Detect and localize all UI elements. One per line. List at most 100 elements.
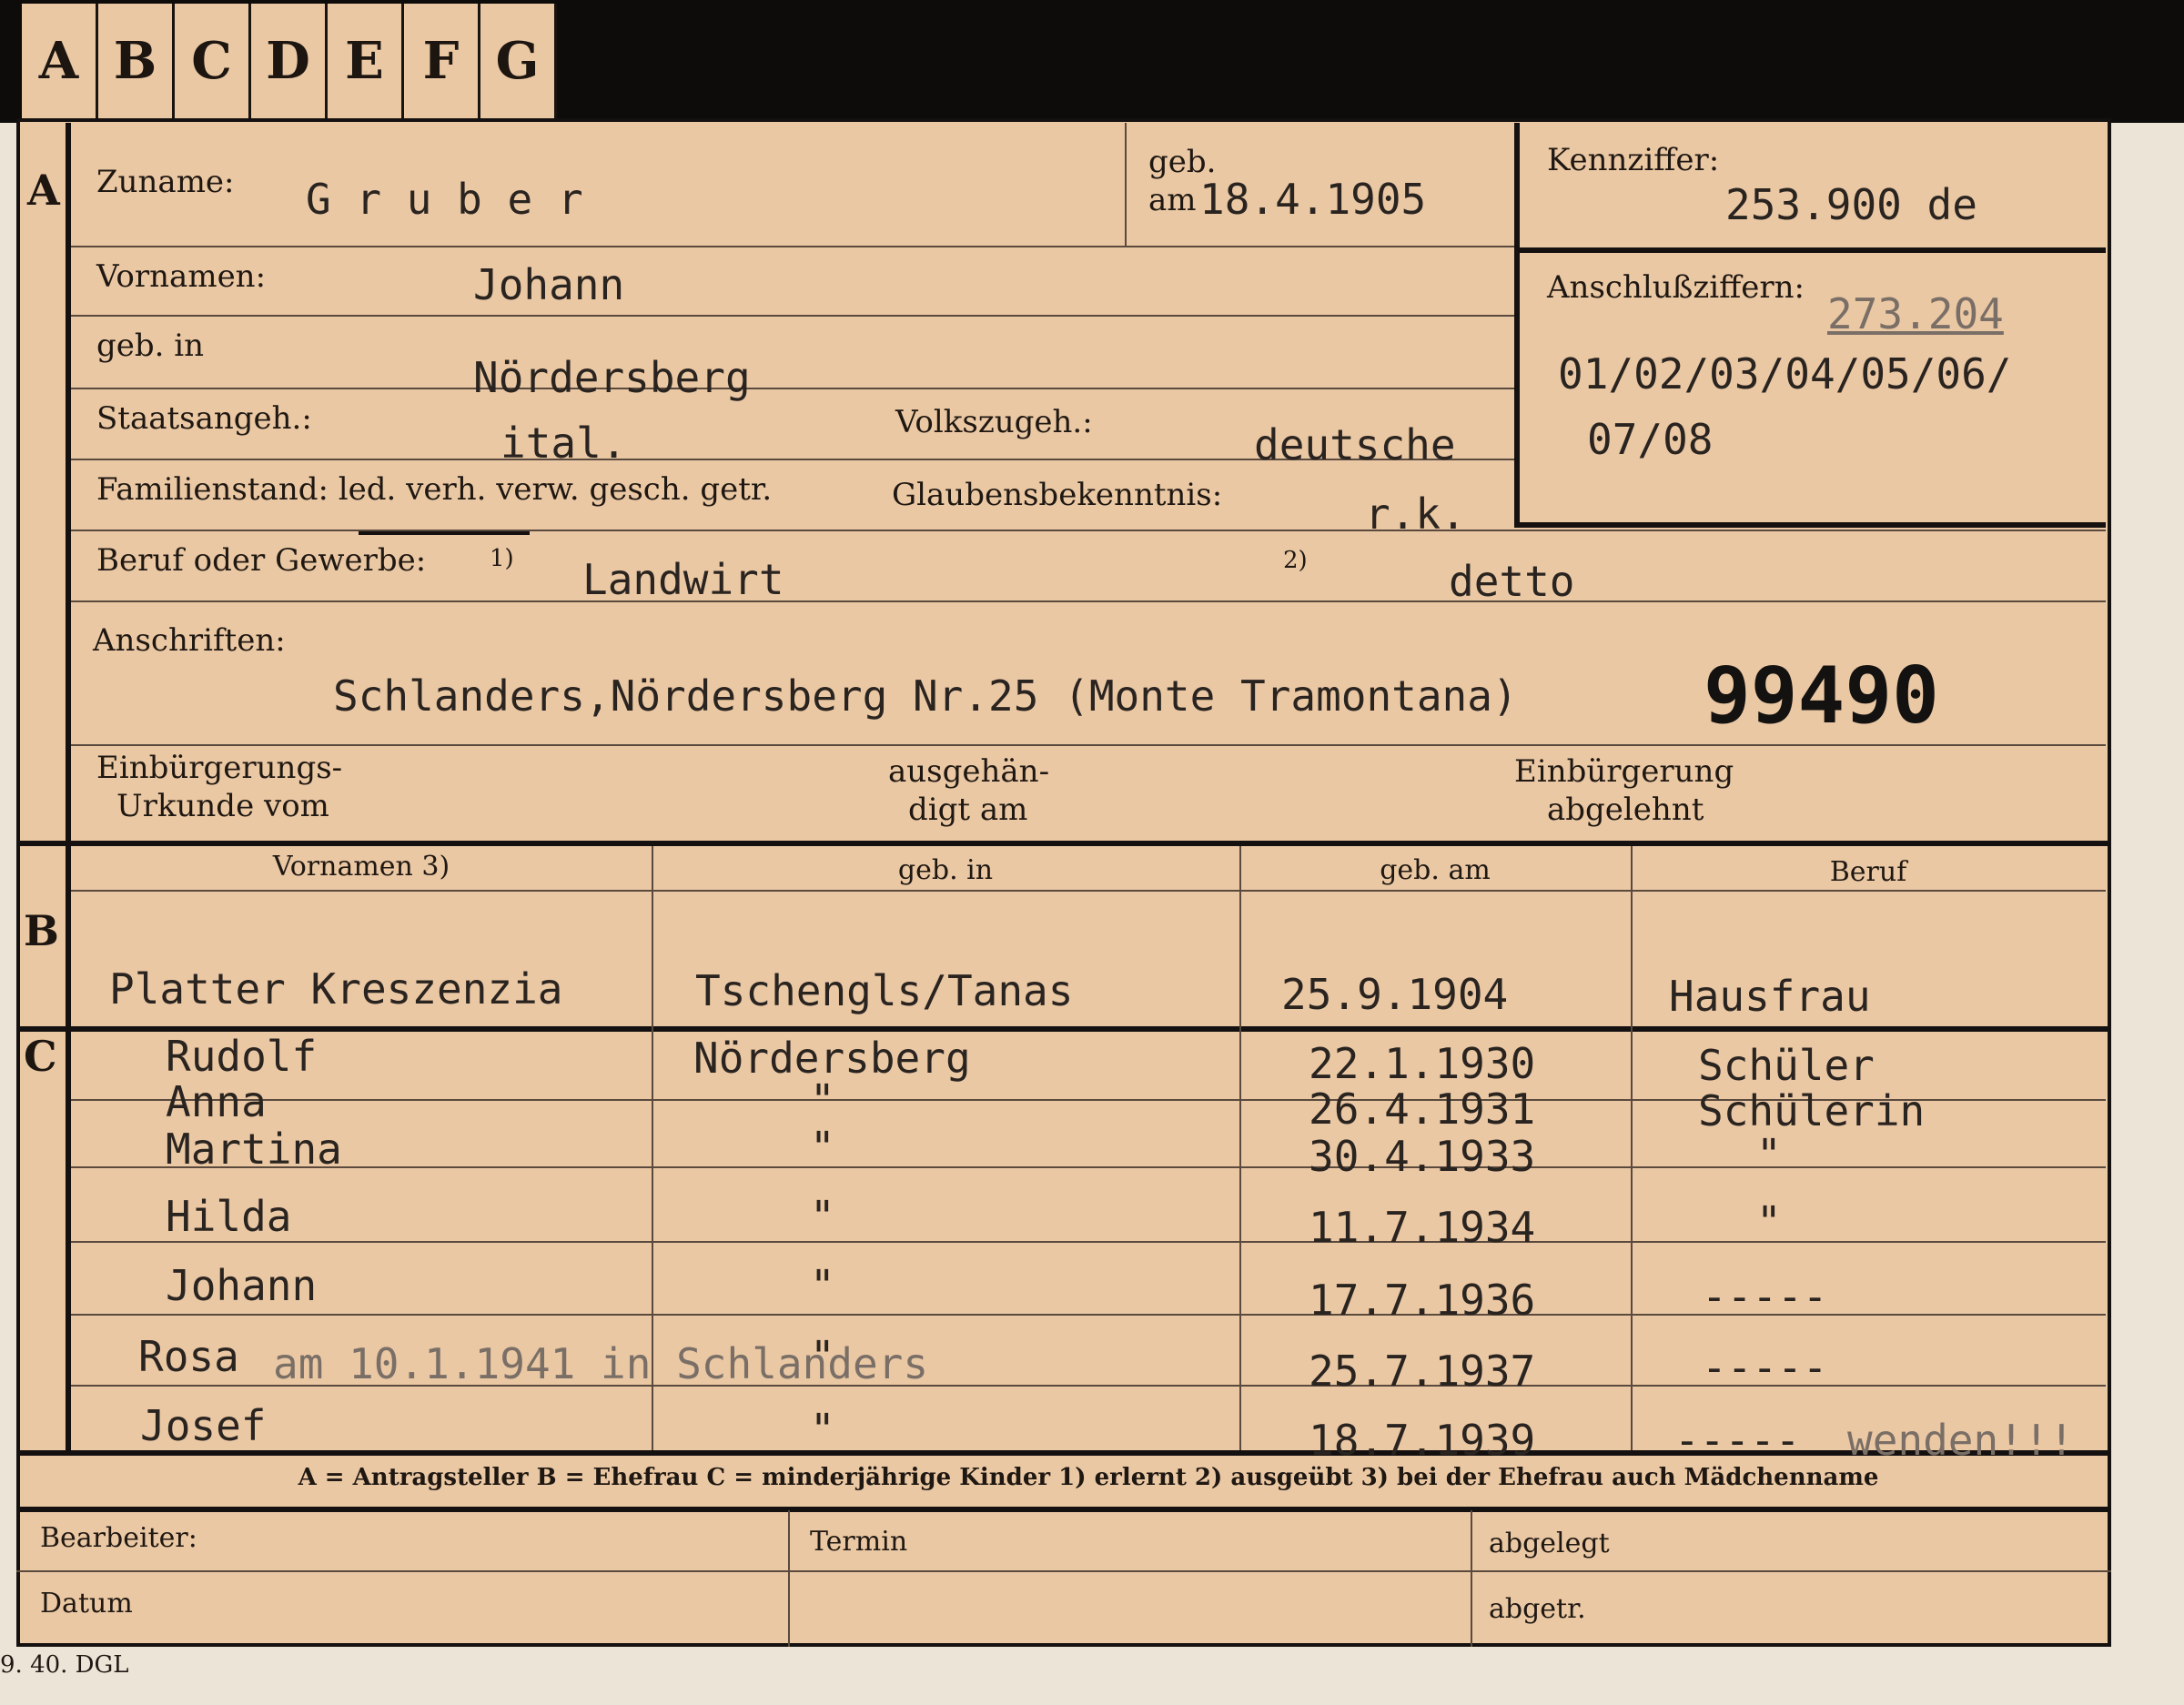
child-name: Martina [166,1125,342,1174]
tab-b[interactable]: B [98,4,175,118]
child-name: Rudolf [166,1032,318,1081]
child-name: Josef [140,1401,267,1450]
wenden-annotation: wenden!!! [1847,1416,2075,1465]
child-geb-in: " [810,1192,835,1241]
col-header-beruf: Beruf [1829,856,1907,888]
einbuergerungsurkunde-label-1: Einbürgerungs- [96,750,343,786]
einbuergerung-abgelehnt-label-1: Einbürgerung [1514,753,1734,790]
geb-in-label: geb. in [96,328,205,364]
familienstand-underline-verh [359,531,530,535]
einbuergerung-abgelehnt-label-2: abgelehnt [1547,792,1704,828]
section-b-top [16,841,2111,846]
anschlussziffer-struck: 273.204 [1827,289,2004,338]
col-header-geb-am: geb. am [1380,854,1491,886]
child-beruf: ----- [1674,1416,1801,1465]
anschlussziffern-label: Anschlußziffern: [1547,269,1805,306]
beruf-label: Beruf oder Gewerbe: [96,542,427,579]
child-geb-in: " [810,1075,835,1125]
child-beruf: ----- [1702,1343,1828,1392]
child-beruf: " [1756,1130,1782,1179]
row-line [71,1241,2106,1243]
kennziffer-box-left [1514,123,1520,528]
spouse-geb-am: 25.9.1904 [1281,970,1509,1019]
termin-label: Termin [810,1526,908,1558]
beruf-ausgeuebt-value: detto [1449,557,1575,606]
child-geb-am: 17.7.1936 [1309,1276,1536,1325]
row-line [71,315,1514,317]
child-geb-in: " [810,1332,835,1381]
child-geb-am: 25.7.1937 [1309,1347,1536,1396]
abgetr-label: abgetr. [1489,1593,1586,1625]
kennziffer-label: Kennziffer: [1547,142,1720,178]
stamp-number: 99490 [1704,651,1939,742]
ausgehaendigt-label-2: digt am [908,792,1028,828]
child-beruf: " [1756,1197,1782,1246]
section-letter-b: B [24,906,59,955]
child-name: Johann [166,1261,318,1310]
ausgehaendigt-label-1: ausgehän- [888,753,1050,790]
child-geb-in: " [810,1405,835,1454]
staatsangeh-label: Staatsangeh.: [96,400,312,437]
child-geb-in: " [810,1261,835,1310]
section-letter-c: C [24,1032,57,1081]
kennziffer-value: 253.900 de [1725,180,1977,229]
spouse-geb-in: Tschengls/Tanas [695,966,1074,1015]
section-divider-left [66,123,71,1451]
col-line [1239,846,1241,1450]
abgelegt-label: abgelegt [1489,1528,1610,1559]
kennziffer-box-divider [1514,247,2106,253]
section-letter-a: A [27,166,60,215]
glaubensbekenntnis-label: Glaubensbekenntnis: [892,477,1223,513]
anschrift-value: Schlanders,Nördersberg Nr.25 (Monte Tram… [333,671,1518,721]
zuname-value: G r u b e r [306,175,583,224]
staatsangeh-value: ital. [500,419,627,468]
child-beruf: ----- [1702,1272,1828,1321]
row-line [71,388,1514,389]
row-line [71,600,2106,602]
kennziffer-box-bottom [1514,522,2106,528]
child-geb-in: Nördersberg [693,1034,971,1083]
zuname-label: Zuname: [96,164,235,200]
child-geb-am: 26.4.1931 [1309,1085,1536,1134]
anschriften-label: Anschriften: [93,622,286,659]
geb-in-value: Nördersberg [473,353,751,402]
col-line [1631,846,1633,1450]
section-c-top [16,1026,2111,1032]
child-geb-am: 30.4.1933 [1309,1132,1536,1181]
tab-d[interactable]: D [251,4,328,118]
col-line [1471,1510,1472,1647]
child-name: Anna [166,1077,267,1126]
tab-e[interactable]: E [328,4,404,118]
row-line [71,744,2106,746]
geb-am-value: 18.4.1905 [1199,175,1427,224]
child-name: Rosa [138,1332,239,1381]
familienstand-label: Familienstand: led. verh. verw. gesch. g… [96,471,773,508]
legend-bottom [16,1507,2111,1512]
vornamen-label: Vornamen: [96,258,267,295]
print-code: 9. 40. DGL [0,1651,129,1679]
geb-am-label-bottom: am [1148,182,1197,218]
tab-g[interactable]: G [480,4,557,118]
volkszugeh-value: deutsche [1254,420,1456,469]
volkszugeh-label: Volkszugeh.: [895,404,1093,440]
spouse-name: Platter Kreszenzia [109,964,563,1014]
vornamen-value: Johann [473,260,625,309]
child-geb-in: " [810,1123,835,1172]
footnote-2-marker: 2) [1283,547,1308,574]
geb-am-divider [1125,123,1127,246]
einbuergerungsurkunde-label-2: Urkunde vom [116,788,329,824]
col-header-vornamen: Vornamen 3) [272,851,450,883]
bearbeiter-label: Bearbeiter: [40,1522,197,1554]
child-geb-am: 18.7.1939 [1309,1416,1536,1465]
child-beruf: Schüler [1698,1041,1875,1090]
tab-c[interactable]: C [175,4,251,118]
legend-line: A = Antragsteller B = Ehefrau C = minder… [298,1464,1879,1491]
spouse-beruf: Hausfrau [1669,972,1871,1021]
tab-f[interactable]: F [404,4,480,118]
row-line [71,1166,2106,1168]
row-line [16,1570,2111,1572]
tab-a[interactable]: A [22,4,98,118]
child-geb-am: 11.7.1934 [1309,1203,1536,1252]
glaubensbekenntnis-value: r.k. [1365,489,1466,539]
datum-label: Datum [40,1588,133,1619]
